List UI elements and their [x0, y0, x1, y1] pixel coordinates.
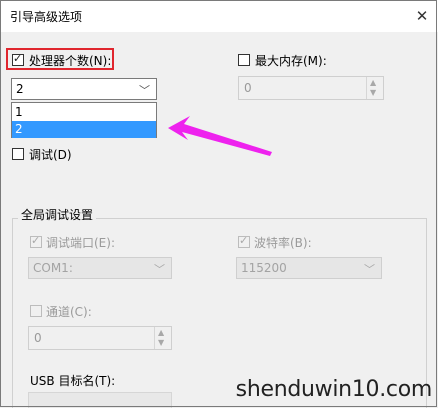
processors-option-selected[interactable]: 2 [12, 121, 156, 138]
chevron-down-icon: ﹀ [154, 263, 165, 276]
processors-combobox[interactable]: 2 ﹀ [11, 78, 157, 100]
baud-rate-checkbox[interactable] [238, 234, 250, 248]
spin-up-icon[interactable]: ▲ [370, 78, 376, 87]
baud-rate-value: 115200 [241, 261, 287, 275]
channel-spin-buttons[interactable]: ▲ ▼ [154, 327, 171, 349]
max-memory-value: 0 [244, 81, 252, 95]
processors-label: 处理器个数(N): [29, 54, 112, 68]
processors-dropdown-list[interactable]: 1 2 [11, 102, 157, 138]
usb-target-input[interactable] [28, 392, 172, 408]
spin-up-icon[interactable]: ▲ [158, 328, 164, 337]
processors-checkbox[interactable] [12, 52, 24, 66]
spin-down-icon[interactable]: ▼ [370, 88, 376, 97]
channel-checkbox[interactable] [30, 305, 42, 317]
baud-rate-combobox[interactable]: 115200 ﹀ [236, 257, 382, 279]
channel-spinner[interactable]: 0 ▲ ▼ [28, 326, 172, 350]
max-memory-checkbox[interactable] [238, 54, 250, 66]
window-title: 引导高级选项 [10, 10, 83, 24]
debug-port-value: COM1: [33, 261, 73, 275]
max-memory-label: 最大内存(M): [255, 54, 327, 68]
global-debug-title: 全局调试设置 [18, 206, 97, 223]
spin-down-icon[interactable]: ▼ [158, 338, 164, 347]
max-memory-spinner[interactable]: 0 ▲ ▼ [238, 76, 384, 100]
channel-label: 通道(C): [46, 305, 92, 319]
debug-port-label: 调试端口(E): [46, 236, 115, 250]
close-icon[interactable]: ✕ [412, 6, 432, 26]
debug-port-combobox[interactable]: COM1: ﹀ [28, 257, 172, 279]
watermark: shenduwin10.com [235, 377, 433, 402]
processors-option[interactable]: 1 [12, 104, 156, 121]
debug-label: 调试(D) [29, 148, 72, 162]
baud-rate-label: 波特率(B): [254, 236, 312, 250]
channel-value: 0 [34, 331, 42, 345]
max-memory-spin-buttons[interactable]: ▲ ▼ [366, 77, 383, 99]
annotation-arrow-icon [168, 116, 272, 156]
processors-selected-value: 2 [16, 82, 24, 96]
chevron-down-icon: ﹀ [364, 263, 375, 276]
usb-target-label: USB 目标名(T): [30, 374, 116, 388]
chevron-down-icon: ﹀ [139, 84, 150, 97]
debug-checkbox[interactable] [12, 148, 24, 160]
debug-port-checkbox[interactable] [30, 234, 42, 248]
